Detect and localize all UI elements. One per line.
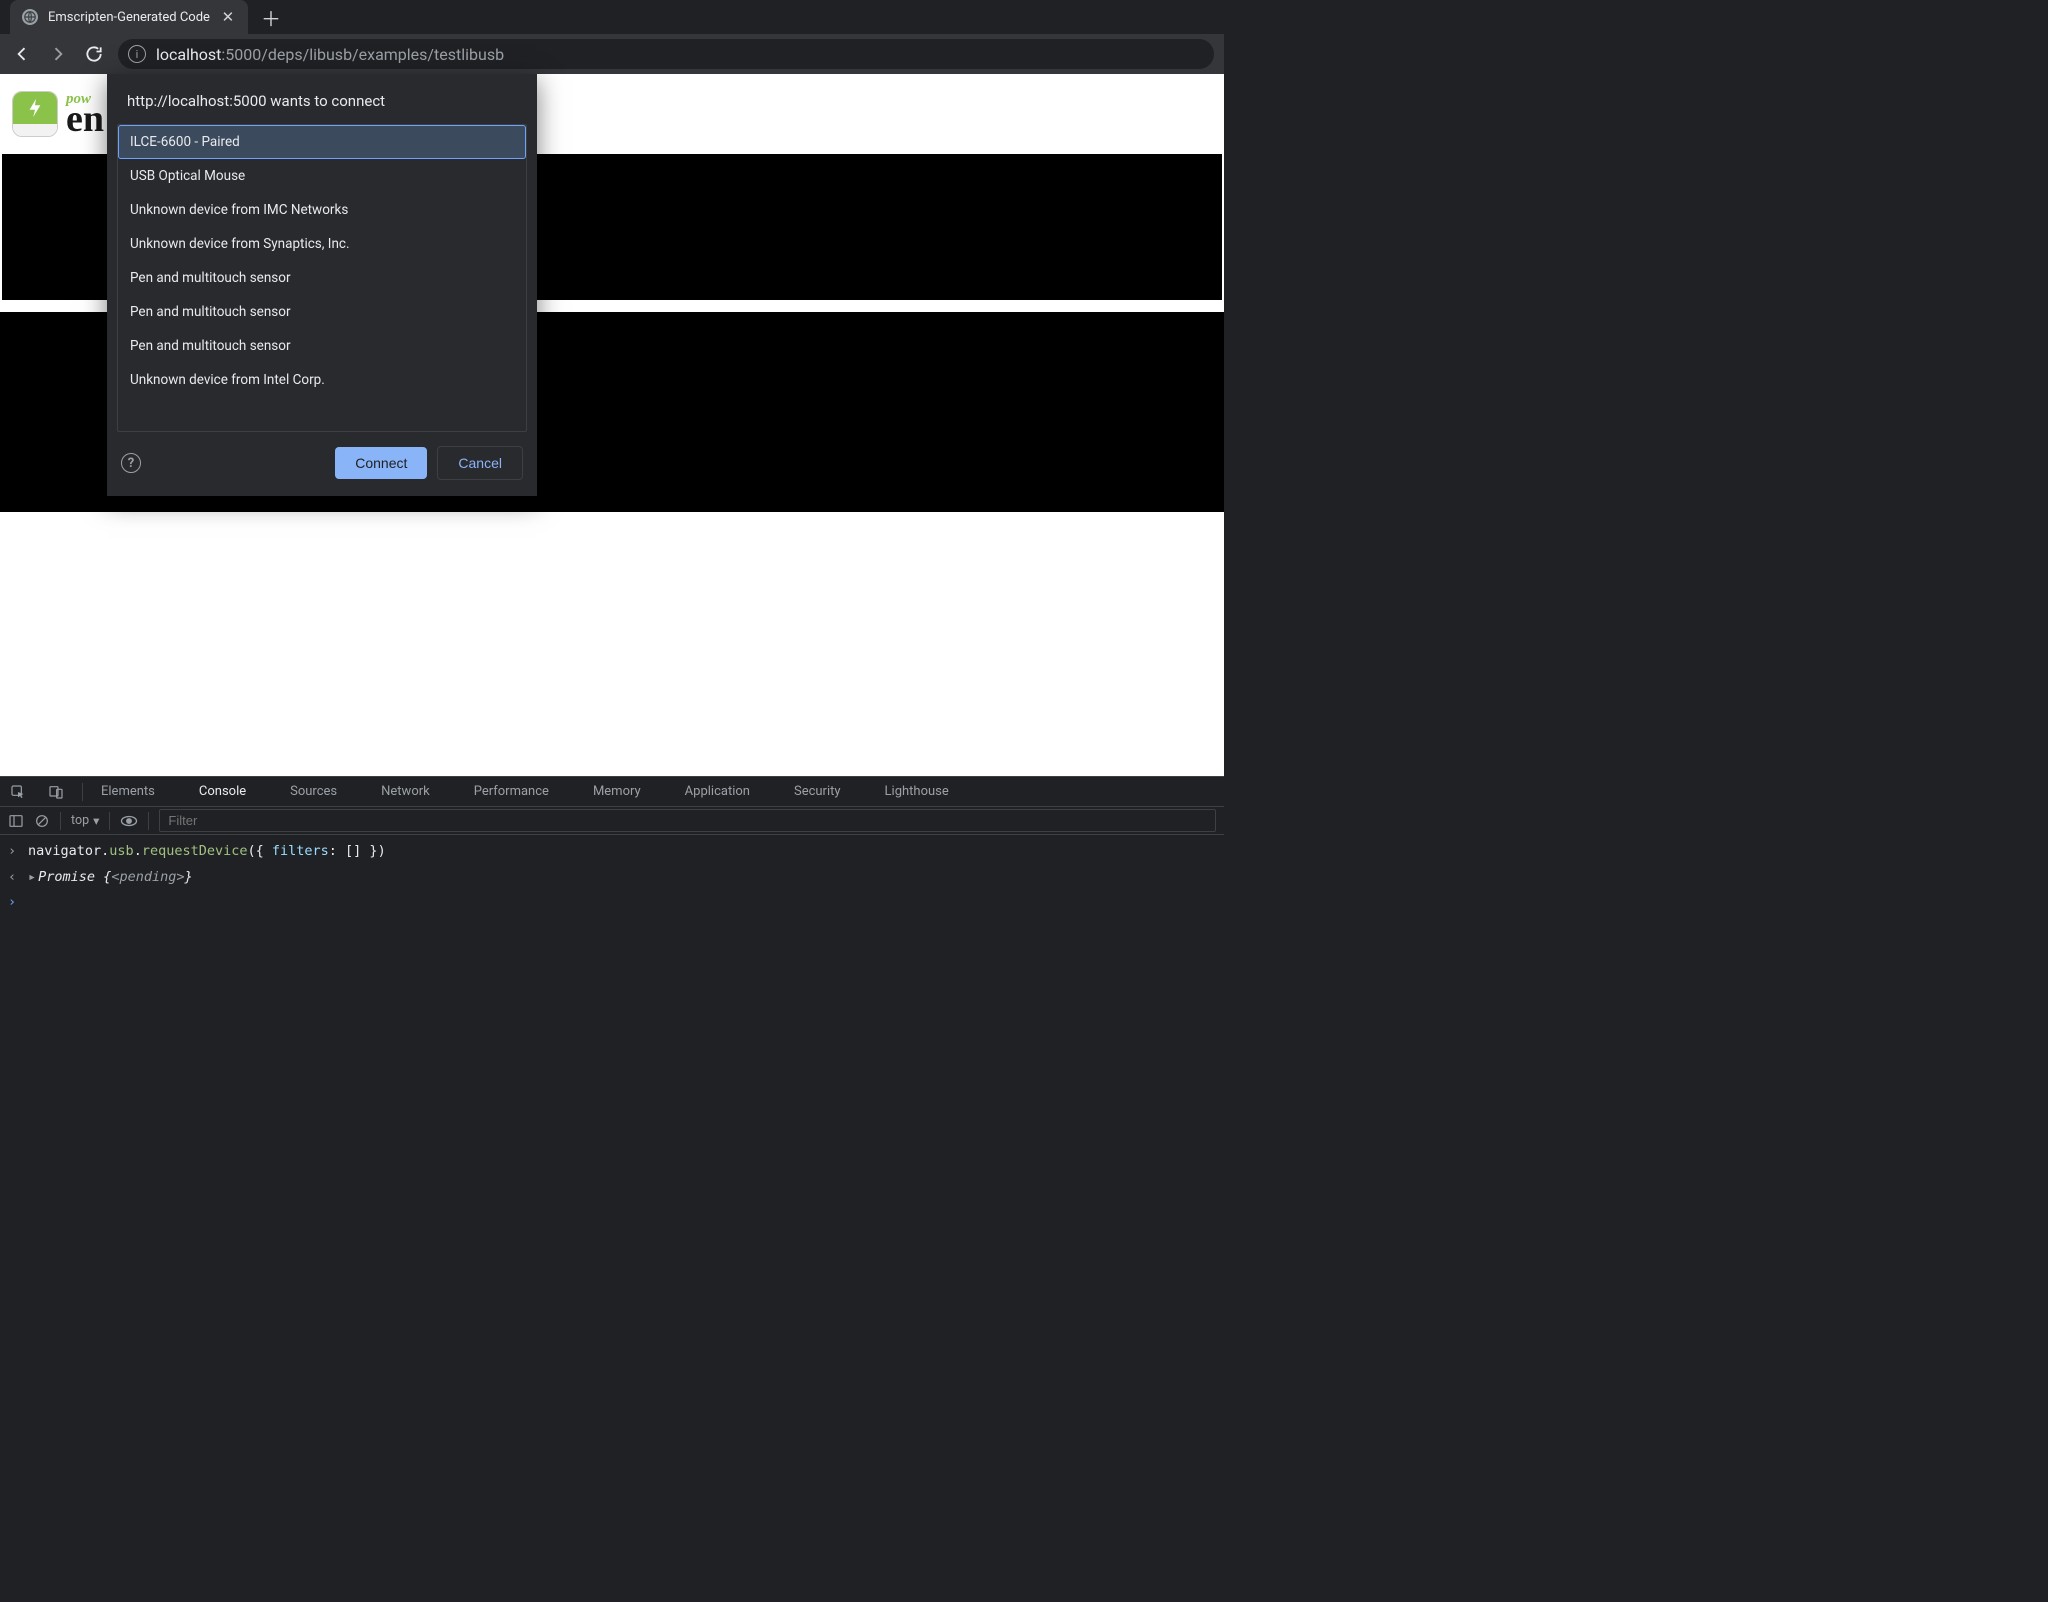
console-input-line: › navigator.usb.requestDevice({ filters:… — [0, 839, 1224, 865]
device-item[interactable]: Unknown device from Intel Corp. — [118, 363, 526, 397]
url-text: localhost:5000/deps/libusb/examples/test… — [156, 45, 504, 64]
site-info-icon[interactable]: i — [128, 45, 146, 63]
devtools-tabbar: Elements Console Sources Network Performance… — [0, 777, 1224, 807]
device-item[interactable]: ILCE-6600 - Paired — [118, 125, 526, 159]
console-filter-input[interactable] — [159, 809, 1216, 832]
emscripten-wordmark: pow en — [66, 91, 104, 136]
devtools-tab-performance[interactable]: Performance — [474, 784, 549, 799]
console-output-value: ▸Promise {<pending>} — [28, 867, 193, 889]
device-item[interactable]: Unknown device from IMC Networks — [118, 193, 526, 227]
prompt-in-icon: › — [8, 841, 20, 863]
console-output[interactable]: › navigator.usb.requestDevice({ filters:… — [0, 835, 1224, 958]
dialog-footer: ? Connect Cancel — [107, 432, 537, 496]
devtools-tab-memory[interactable]: Memory — [593, 784, 641, 799]
devtools-tab-lighthouse[interactable]: Lighthouse — [885, 784, 949, 799]
address-bar[interactable]: i localhost:5000/deps/libusb/examples/te… — [118, 39, 1214, 69]
clear-console-icon[interactable] — [34, 813, 50, 829]
logo-title: en — [66, 102, 104, 136]
globe-icon — [22, 9, 38, 25]
console-toolbar: top ▾ — [0, 807, 1224, 835]
live-expression-icon[interactable] — [120, 814, 138, 828]
prompt-out-icon: ‹ — [8, 867, 20, 889]
dialog-title: http://localhost:5000 wants to connect — [107, 74, 537, 120]
cancel-button[interactable]: Cancel — [437, 446, 523, 480]
connect-button[interactable]: Connect — [335, 447, 427, 479]
chevron-down-icon: ▾ — [93, 813, 99, 829]
console-prompt-line[interactable]: › — [0, 890, 1224, 916]
devtools-tab-sources[interactable]: Sources — [290, 784, 337, 799]
console-sidebar-icon[interactable] — [8, 813, 24, 829]
device-list[interactable]: ILCE-6600 - PairedUSB Optical MouseUnkno… — [117, 124, 527, 432]
emscripten-logo — [12, 91, 58, 137]
context-label: top — [71, 813, 89, 828]
help-icon[interactable]: ? — [121, 453, 141, 473]
forward-button[interactable] — [46, 42, 70, 66]
device-toggle-icon[interactable] — [48, 784, 64, 800]
tab-title: Emscripten-Generated Code — [48, 10, 210, 25]
device-item[interactable]: Pen and multitouch sensor — [118, 295, 526, 329]
close-icon[interactable]: ✕ — [220, 9, 236, 25]
devtools-tab-console[interactable]: Console — [199, 784, 246, 799]
console-input-code: navigator.usb.requestDevice({ filters: [… — [28, 841, 386, 863]
webusb-device-dialog: http://localhost:5000 wants to connect I… — [107, 74, 537, 496]
url-host: localhost — [156, 45, 221, 64]
device-item[interactable]: Unknown device from Synaptics, Inc. — [118, 227, 526, 261]
new-tab-button[interactable]: ＋ — [256, 2, 286, 32]
device-item[interactable]: USB Optical Mouse — [118, 159, 526, 193]
device-item[interactable]: Pen and multitouch sensor — [118, 261, 526, 295]
prompt-icon: › — [8, 892, 20, 914]
context-selector[interactable]: top ▾ — [71, 813, 99, 829]
devtools-panel: Elements Console Sources Network Performance… — [0, 776, 1224, 958]
url-path: :5000/deps/libusb/examples/testlibusb — [221, 45, 504, 64]
devtools-tab-elements[interactable]: Elements — [101, 784, 155, 799]
browser-toolbar: i localhost:5000/deps/libusb/examples/te… — [0, 34, 1224, 74]
reload-button[interactable] — [82, 42, 106, 66]
inspect-icon[interactable] — [10, 784, 26, 800]
back-button[interactable] — [10, 42, 34, 66]
devtools-tab-security[interactable]: Security — [794, 784, 841, 799]
devtools-tab-network[interactable]: Network — [381, 784, 430, 799]
console-output-line: ‹ ▸Promise {<pending>} — [0, 865, 1224, 891]
tab-strip: Emscripten-Generated Code ✕ ＋ — [0, 0, 1224, 34]
browser-tab[interactable]: Emscripten-Generated Code ✕ — [10, 0, 248, 34]
devtools-tab-application[interactable]: Application — [685, 784, 750, 799]
device-item[interactable]: Pen and multitouch sensor — [118, 329, 526, 363]
